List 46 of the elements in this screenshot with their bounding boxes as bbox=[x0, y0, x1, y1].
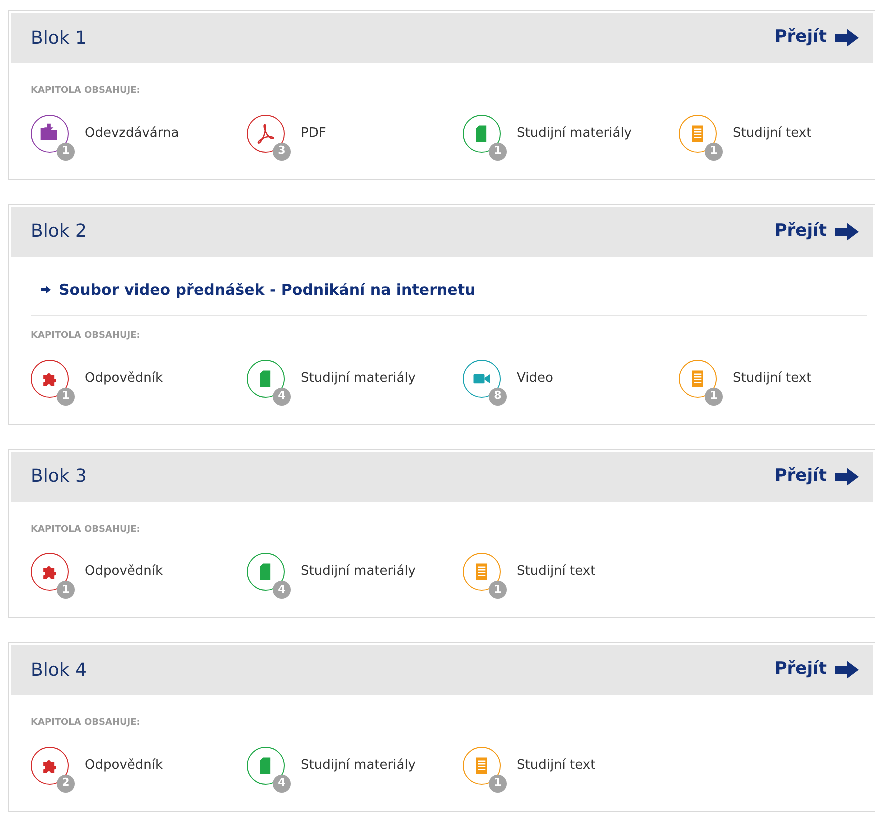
content-type-link[interactable]: Studijní text bbox=[517, 562, 596, 582]
content-type-link[interactable]: Studijní text bbox=[733, 368, 812, 388]
go-link[interactable]: Přejít bbox=[774, 464, 859, 490]
arrow-right-icon bbox=[41, 286, 51, 294]
content-type-link[interactable]: Studijní materiály bbox=[301, 756, 416, 776]
count-badge: 1 bbox=[705, 142, 723, 160]
count-badge: 1 bbox=[489, 774, 507, 792]
block-title: Blok 2 bbox=[31, 220, 87, 244]
chapter-link[interactable]: Soubor video přednášek - Podnikání na internetu bbox=[41, 278, 476, 301]
section-label: KAPITOLA OBSAHUJE: bbox=[31, 524, 142, 536]
count-badge: 4 bbox=[273, 581, 291, 599]
count-badge: 1 bbox=[57, 142, 75, 160]
count-badge: 1 bbox=[489, 581, 507, 599]
arrow-right-icon bbox=[835, 29, 859, 47]
go-link[interactable]: Přejít bbox=[774, 657, 859, 683]
count-badge: 3 bbox=[273, 142, 291, 160]
block-title: Blok 3 bbox=[31, 465, 87, 489]
content-type-link[interactable]: Studijní text bbox=[733, 124, 812, 144]
count-badge: 1 bbox=[705, 388, 723, 406]
count-badge: 8 bbox=[489, 388, 507, 406]
content-type-link[interactable]: Odpovědník bbox=[85, 562, 164, 582]
count-badge: 1 bbox=[57, 581, 75, 599]
count-badge: 2 bbox=[57, 774, 75, 792]
count-badge: 1 bbox=[489, 142, 507, 160]
content-type-link[interactable]: Studijní text bbox=[517, 756, 596, 776]
content-type-link[interactable]: Studijní materiály bbox=[301, 368, 416, 388]
content-type-link[interactable]: Odevzdávárna bbox=[85, 124, 180, 144]
go-link[interactable]: Přejít bbox=[774, 218, 859, 244]
block-title: Blok 4 bbox=[31, 658, 87, 682]
content-type-link[interactable]: Studijní materiály bbox=[301, 562, 416, 582]
content-type-link[interactable]: Odpovědník bbox=[85, 368, 164, 388]
content-type-link[interactable]: Studijní materiály bbox=[517, 124, 632, 144]
count-badge: 4 bbox=[273, 388, 291, 406]
section-label: KAPITOLA OBSAHUJE: bbox=[31, 717, 142, 730]
arrow-right-icon bbox=[835, 222, 859, 240]
content-type-link[interactable]: Odpovědník bbox=[85, 756, 164, 776]
content-type-link[interactable]: Video bbox=[517, 368, 554, 388]
content-type-link[interactable]: PDF bbox=[301, 124, 326, 144]
section-label: KAPITOLA OBSAHUJE: bbox=[31, 85, 142, 98]
go-link[interactable]: Přejít bbox=[774, 25, 859, 51]
count-badge: 1 bbox=[57, 388, 75, 406]
count-badge: 4 bbox=[273, 774, 291, 792]
section-label: KAPITOLA OBSAHUJE: bbox=[31, 330, 142, 343]
block-title: Blok 1 bbox=[31, 26, 87, 50]
arrow-right-icon bbox=[835, 468, 859, 486]
arrow-right-icon bbox=[835, 661, 859, 679]
